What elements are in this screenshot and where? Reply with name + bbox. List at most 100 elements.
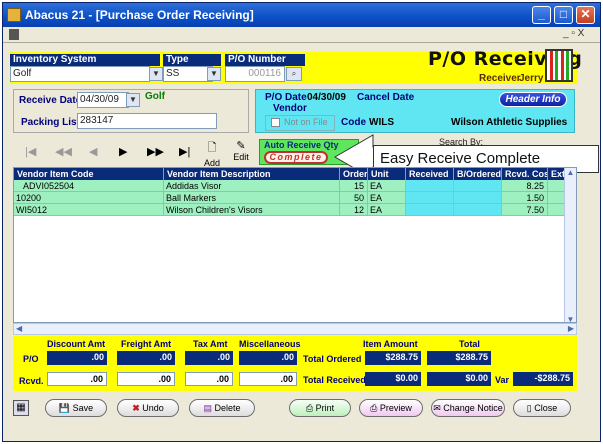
freight-label: Freight Amt [121, 339, 172, 349]
grid-vertical-scrollbar[interactable]: ▲ ▼ [564, 168, 576, 322]
prev-record-icon[interactable]: ◀ [89, 145, 97, 158]
vendor-label: Vendor [273, 103, 307, 114]
scroll-down-icon[interactable]: ▼ [565, 315, 576, 322]
po-row-label: P/O [23, 354, 39, 364]
receive-date-input[interactable]: 04/30/09 [77, 92, 129, 108]
print-button[interactable]: ⎙ Print [289, 399, 351, 417]
col-description[interactable]: Vendor Item Description [164, 168, 340, 180]
cell-bordered[interactable] [454, 180, 502, 192]
maximize-icon[interactable]: □ [554, 6, 573, 24]
undo-button[interactable]: ✖ Undo [117, 399, 179, 417]
cell-order: 50 [340, 192, 368, 204]
cell-received[interactable] [406, 180, 454, 192]
cell-item-code: 10200 [14, 192, 164, 204]
col-received[interactable]: Received [406, 168, 454, 180]
delete-button[interactable]: ▤ Delete [189, 399, 255, 417]
next-page-icon[interactable]: ▶▶ [147, 145, 164, 158]
col-bordered[interactable]: B/Ordered [454, 168, 502, 180]
table-row[interactable]: ▶ADVI052504Addidas Visor15EA8.25 [14, 180, 570, 192]
table-row[interactable]: 10200 Ball Markers 50 EA 1.50 [14, 192, 570, 204]
cell-item-code: ADVI052504 [14, 180, 164, 192]
abacus-logo-icon [545, 49, 573, 82]
cell-unit: EA [368, 180, 406, 192]
close-button[interactable]: ▯ Close [513, 399, 571, 417]
app-window: Abacus 21 - [Purchase Order Receiving] _… [2, 2, 601, 442]
auto-receive-label: Auto Receive Qty [264, 140, 339, 150]
preview-button[interactable]: ⎙ Preview [359, 399, 423, 417]
change-notice-icon: ✉ [433, 403, 441, 413]
close-door-icon: ▯ [526, 403, 532, 413]
col-vendor-item-code[interactable]: Vendor Item Code [14, 168, 164, 180]
window-title: Abacus 21 - [Purchase Order Receiving] [25, 8, 254, 22]
scroll-right-icon[interactable]: ▶ [568, 324, 574, 333]
last-record-icon[interactable]: ▶| [179, 145, 190, 158]
table-row[interactable]: WI5012 Wilson Children's Visors 12 EA 7.50 [14, 204, 570, 216]
cell-bordered[interactable] [454, 204, 502, 216]
variance-value: -$288.75 [513, 372, 573, 386]
rcvd-total: $0.00 [427, 372, 491, 386]
discount-label: Discount Amt [47, 339, 106, 349]
preview-label: Preview [379, 403, 412, 413]
tax-label: Tax Amt [193, 339, 228, 349]
change-notice-button[interactable]: ✉ Change Notice [431, 399, 505, 417]
po-item-amount: $288.75 [365, 351, 421, 365]
packing-list-input[interactable]: 283147 [77, 113, 217, 129]
rcvd-discount-input[interactable]: .00 [47, 372, 107, 386]
rcvd-misc-input[interactable]: .00 [239, 372, 297, 386]
next-record-icon[interactable]: ▶ [119, 145, 127, 158]
total-label: Total [459, 339, 480, 349]
variance-label: Var [495, 375, 510, 385]
not-on-file-label: Not on File [284, 117, 328, 127]
cancel-date-label: Cancel Date [357, 92, 415, 103]
cell-order: 15 [340, 180, 368, 192]
chevron-down-icon[interactable]: ▼ [207, 67, 221, 81]
rcvd-tax-input[interactable]: .00 [185, 372, 233, 386]
add-button[interactable]: 🗋 Add [203, 139, 221, 168]
calculator-icon[interactable]: ▦ [13, 400, 29, 416]
cell-received[interactable] [406, 192, 454, 204]
search-icon[interactable]: ⌕ [286, 67, 302, 81]
cell-bordered[interactable] [454, 192, 502, 204]
po-date-label: P/O Date [265, 92, 307, 103]
mdi-controls[interactable]: _ ▫ X [563, 28, 584, 39]
scroll-left-icon[interactable]: ◀ [16, 324, 22, 333]
type-select[interactable]: SS [163, 66, 213, 82]
col-unit[interactable]: Unit [368, 168, 406, 180]
scroll-up-icon[interactable]: ▲ [565, 168, 576, 177]
edit-label: Edit [233, 152, 249, 162]
add-icon: 🗋 [207, 142, 217, 154]
po-total: $288.75 [427, 351, 491, 365]
edit-icon: ✎ [236, 140, 246, 152]
save-icon: 💾 [58, 403, 71, 413]
cell-description: Addidas Visor [164, 180, 340, 192]
document-icon[interactable] [9, 29, 19, 40]
inventory-select[interactable]: Golf [10, 66, 150, 82]
po-misc: .00 [239, 351, 297, 365]
close-icon[interactable]: ✕ [576, 6, 595, 24]
po-freight: .00 [117, 351, 175, 365]
minimize-icon[interactable]: _ [532, 6, 551, 24]
po-number-input[interactable]: 000116 [225, 66, 285, 82]
total-received-label: Total Received [303, 375, 366, 385]
complete-button[interactable]: Complete [264, 151, 328, 164]
cell-description: Wilson Children's Visors [164, 204, 340, 216]
first-record-icon[interactable]: |◀ [25, 145, 36, 158]
edit-button[interactable]: ✎ Edit [231, 139, 251, 162]
rcvd-freight-input[interactable]: .00 [117, 372, 175, 386]
cell-order: 12 [340, 204, 368, 216]
misc-label: Miscellaneous [239, 339, 301, 349]
col-rcvd-cost[interactable]: Rcvd. Cost [502, 168, 548, 180]
save-button[interactable]: 💾 Save [45, 399, 107, 417]
prev-page-icon[interactable]: ◀◀ [55, 145, 72, 158]
chevron-down-icon[interactable]: ▼ [149, 67, 163, 81]
not-on-file-checkbox[interactable] [271, 118, 280, 127]
vendor-name: Wilson Athletic Supplies [451, 117, 568, 128]
header-info-button[interactable]: Header Info [499, 92, 567, 107]
chevron-down-icon[interactable]: ▼ [126, 93, 140, 107]
delete-icon: ▤ [203, 403, 212, 413]
col-order[interactable]: Order [340, 168, 368, 180]
grid-horizontal-scrollbar[interactable]: ◀ ▶ [13, 323, 577, 335]
app-icon [7, 8, 21, 22]
cell-received[interactable] [406, 204, 454, 216]
rcvd-item-amount: $0.00 [365, 372, 421, 386]
